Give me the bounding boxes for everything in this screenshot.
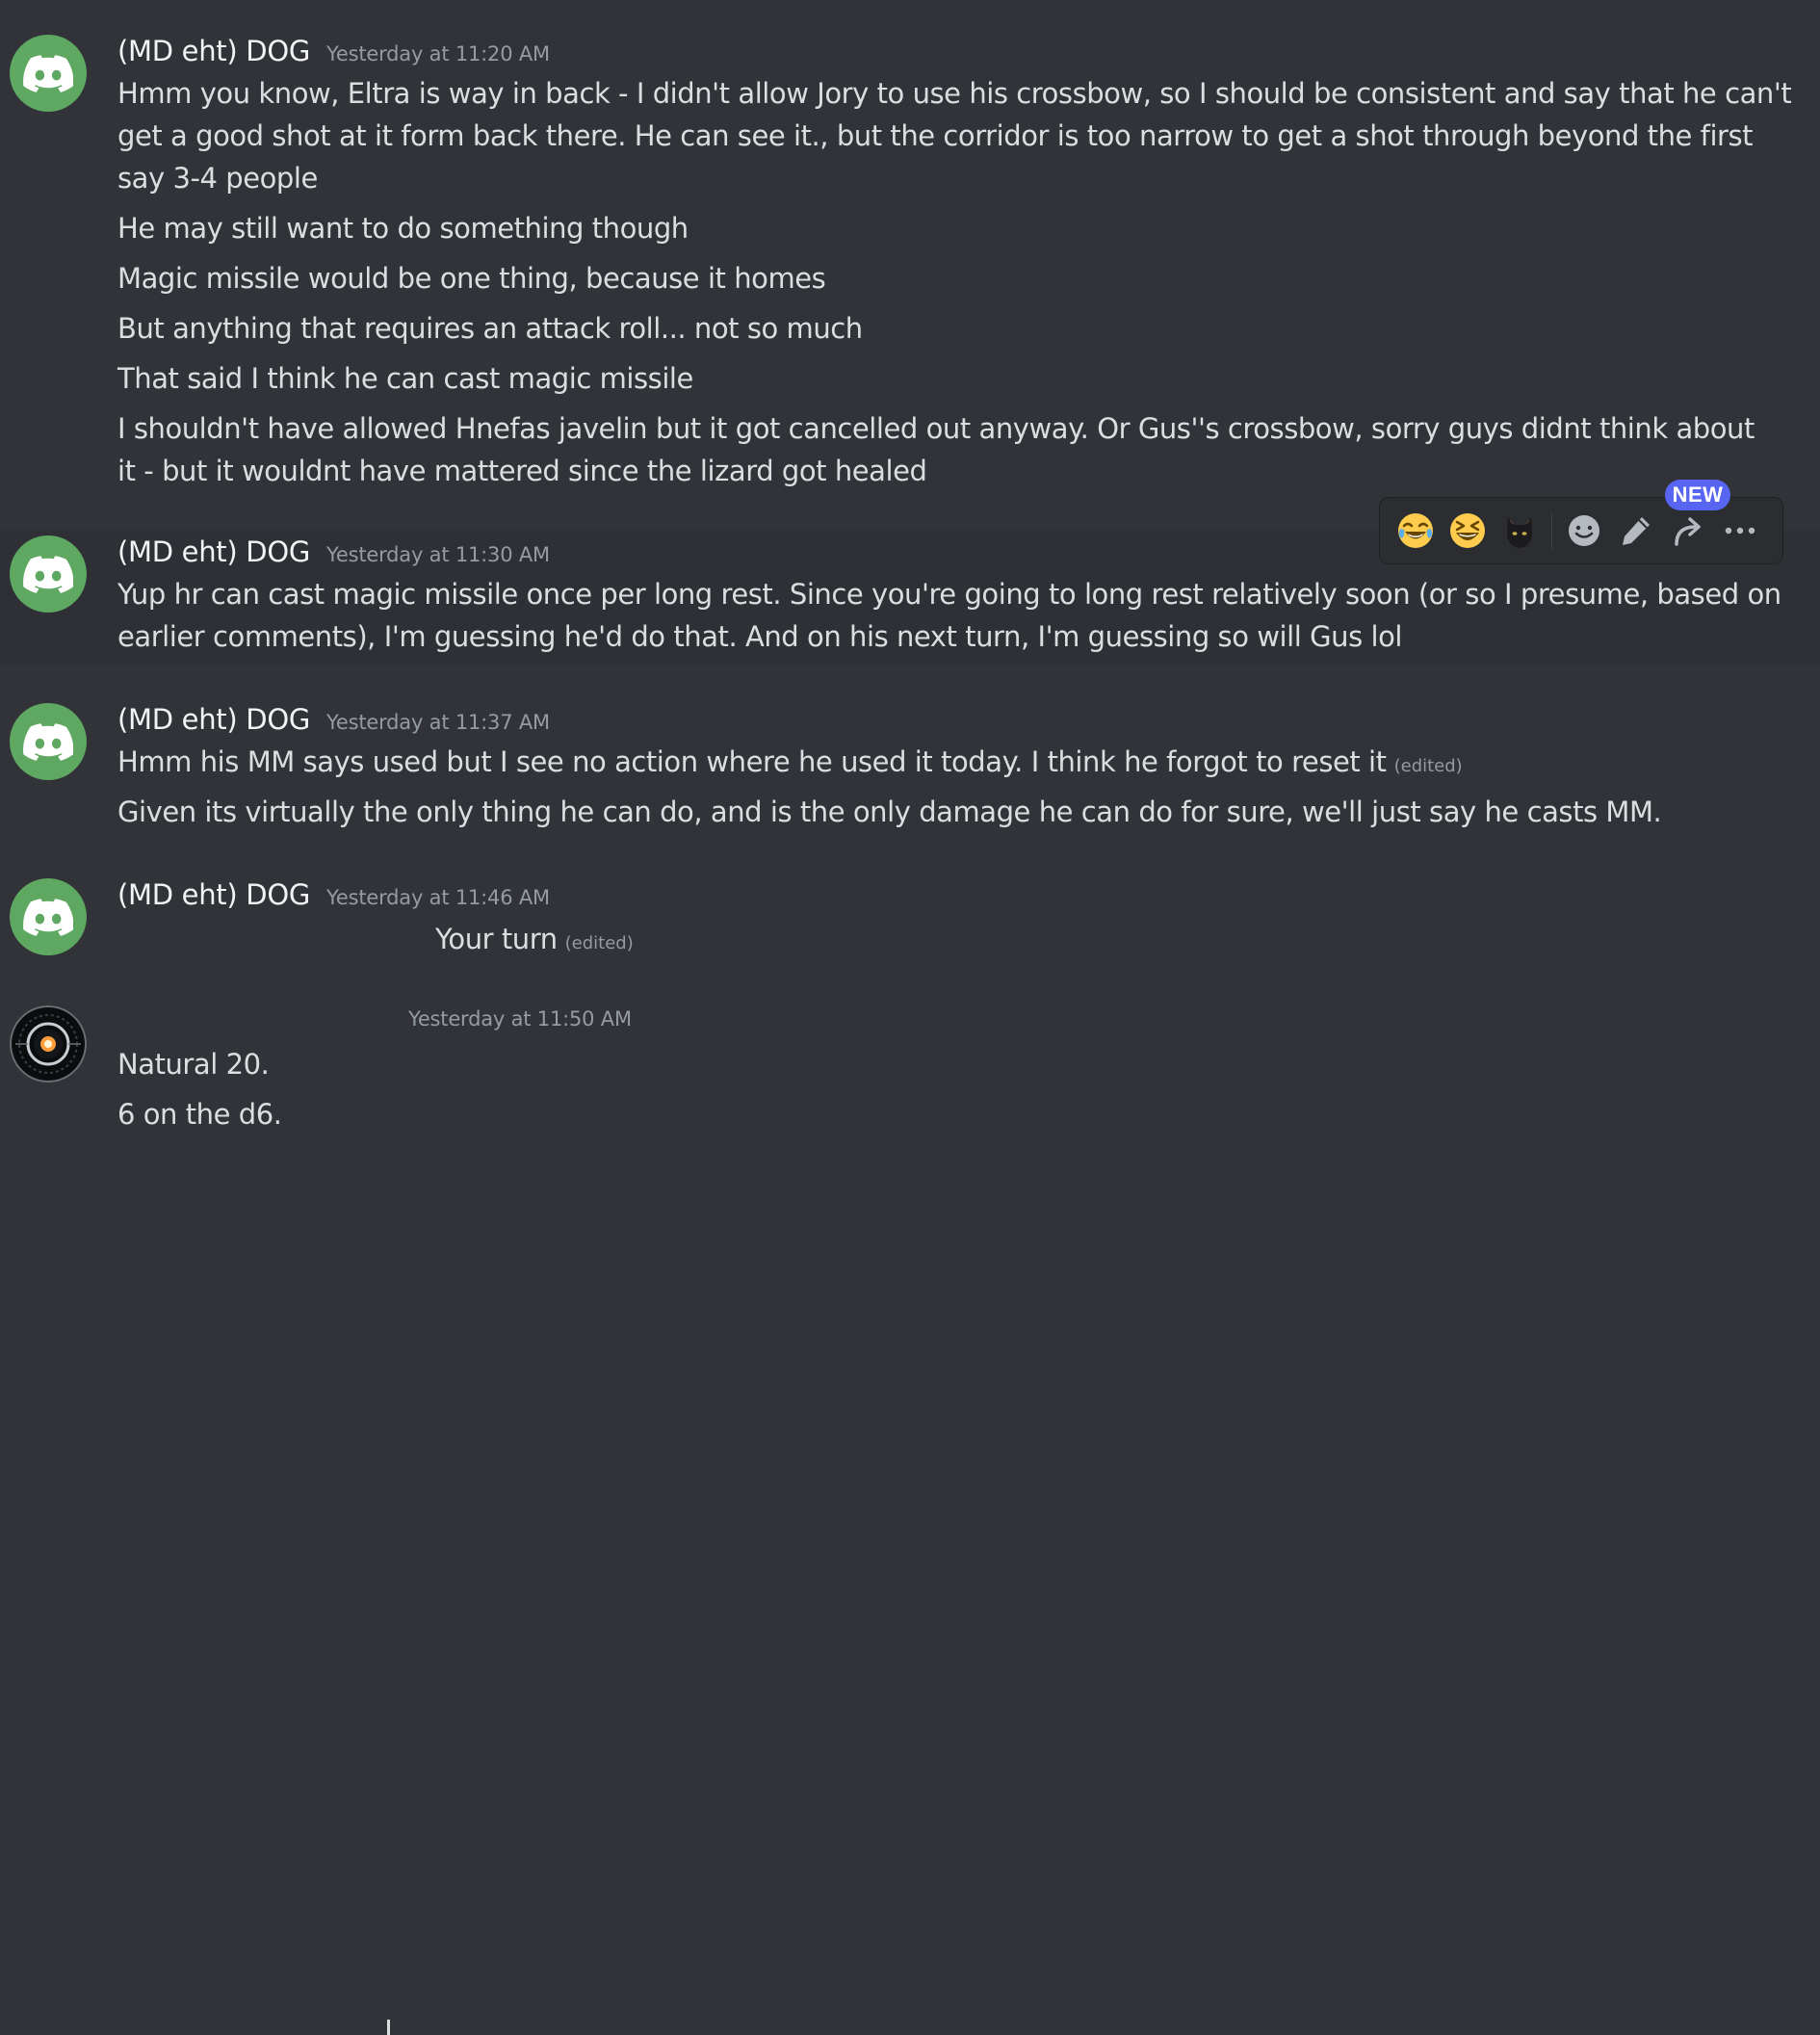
- forward-icon: [1675, 517, 1701, 546]
- eye-avatar-icon: [15, 1014, 81, 1074]
- message-list: (MD eht) DOG Yesterday at 11:20 AM Hmm y…: [0, 0, 1820, 2035]
- message-header: (MD eht) DOG Yesterday at 11:37 AM: [117, 703, 550, 742]
- joy-emoji-icon: [1398, 513, 1433, 548]
- edited-label[interactable]: (edited): [1394, 756, 1463, 776]
- timestamp[interactable]: Yesterday at 11:30 AM: [326, 543, 550, 566]
- message-text: Given its virtually the only thing he ca…: [117, 796, 1662, 828]
- add-reaction-icon: [1569, 515, 1599, 546]
- new-badge: NEW: [1665, 480, 1730, 510]
- reaction-black-cat-button[interactable]: [1494, 505, 1546, 557]
- forward-button[interactable]: [1662, 505, 1714, 557]
- timestamp[interactable]: Yesterday at 11:50 AM: [408, 1007, 632, 1031]
- message-text-content: Hmm his MM says used but I see no action…: [117, 745, 1387, 778]
- message-group: Yesterday at 11:50 AM Natural 20. 6 on t…: [0, 1002, 1820, 2035]
- discord-logo-icon: [23, 899, 73, 936]
- message-text: But anything that requires an attack rol…: [117, 312, 863, 345]
- avatar[interactable]: [10, 535, 87, 613]
- reaction-joy-button[interactable]: [1390, 505, 1442, 557]
- black-cat-emoji-icon: [1507, 517, 1532, 548]
- author-name[interactable]: (MD eht) DOG: [117, 703, 310, 736]
- avatar[interactable]: [10, 35, 87, 112]
- message-text-content: Your turn: [435, 923, 558, 955]
- message-text: Hmm his MM says used but I see no action…: [117, 741, 1716, 788]
- message-text: Hmm you know, Eltra is way in back - I d…: [117, 77, 1792, 110]
- timestamp[interactable]: Yesterday at 11:37 AM: [326, 711, 550, 734]
- timestamp[interactable]: Yesterday at 11:20 AM: [326, 42, 550, 65]
- laughing-emoji-icon: [1450, 513, 1485, 548]
- add-reaction-button[interactable]: [1558, 505, 1610, 557]
- discord-logo-icon: [23, 723, 73, 761]
- message-header: Yesterday at 11:50 AM: [408, 1007, 632, 1046]
- edit-button[interactable]: [1610, 505, 1662, 557]
- more-icon: [1725, 527, 1755, 535]
- message-group: (MD eht) DOG Yesterday at 11:46 AM Your …: [0, 873, 1820, 978]
- avatar[interactable]: [10, 1005, 87, 1083]
- author-name[interactable]: (MD eht) DOG: [117, 878, 310, 911]
- message-text: Magic missile would be one thing, becaus…: [117, 262, 826, 295]
- message-header: (MD eht) DOG Yesterday at 11:30 AM: [117, 535, 550, 574]
- more-button[interactable]: [1714, 505, 1766, 557]
- avatar[interactable]: [10, 703, 87, 780]
- message-text: Yup hr can cast magic missile once per l…: [117, 578, 1781, 611]
- discord-logo-icon: [23, 556, 73, 593]
- message-text: earlier comments), I'm guessing he'd do …: [117, 620, 1403, 653]
- message-header: (MD eht) DOG Yesterday at 11:20 AM: [117, 35, 550, 73]
- message-group: (MD eht) DOG Yesterday at 11:20 AM Hmm y…: [0, 0, 1820, 501]
- author-name[interactable]: (MD eht) DOG: [117, 35, 310, 67]
- timestamp[interactable]: Yesterday at 11:46 AM: [326, 886, 550, 909]
- reaction-laughing-button[interactable]: [1442, 505, 1494, 557]
- message-group: (MD eht) DOG Yesterday at 11:37 AM Hmm h…: [0, 697, 1820, 842]
- reply-indicator: [387, 2020, 390, 2035]
- message-text: say 3-4 people: [117, 162, 318, 195]
- message-text: Your turn (edited): [435, 918, 1013, 965]
- discord-logo-icon: [23, 55, 73, 92]
- message-text: 6 on the d6.: [117, 1098, 282, 1131]
- author-name[interactable]: (MD eht) DOG: [117, 535, 310, 568]
- message-text: He may still want to do something though: [117, 212, 689, 245]
- avatar[interactable]: [10, 878, 87, 955]
- message-header: (MD eht) DOG Yesterday at 11:46 AM: [117, 878, 550, 917]
- message-text: Natural 20.: [117, 1048, 270, 1081]
- toolbar-separator: [1551, 512, 1552, 549]
- message-text: I shouldn't have allowed Hnefas javelin …: [117, 412, 1755, 445]
- message-text: That said I think he can cast magic miss…: [117, 362, 693, 395]
- message-text: it - but it wouldnt have mattered since …: [117, 455, 927, 487]
- edit-icon: [1623, 517, 1650, 545]
- message-text: get a good shot at it form back there. H…: [117, 119, 1754, 152]
- edited-label[interactable]: (edited): [565, 933, 634, 953]
